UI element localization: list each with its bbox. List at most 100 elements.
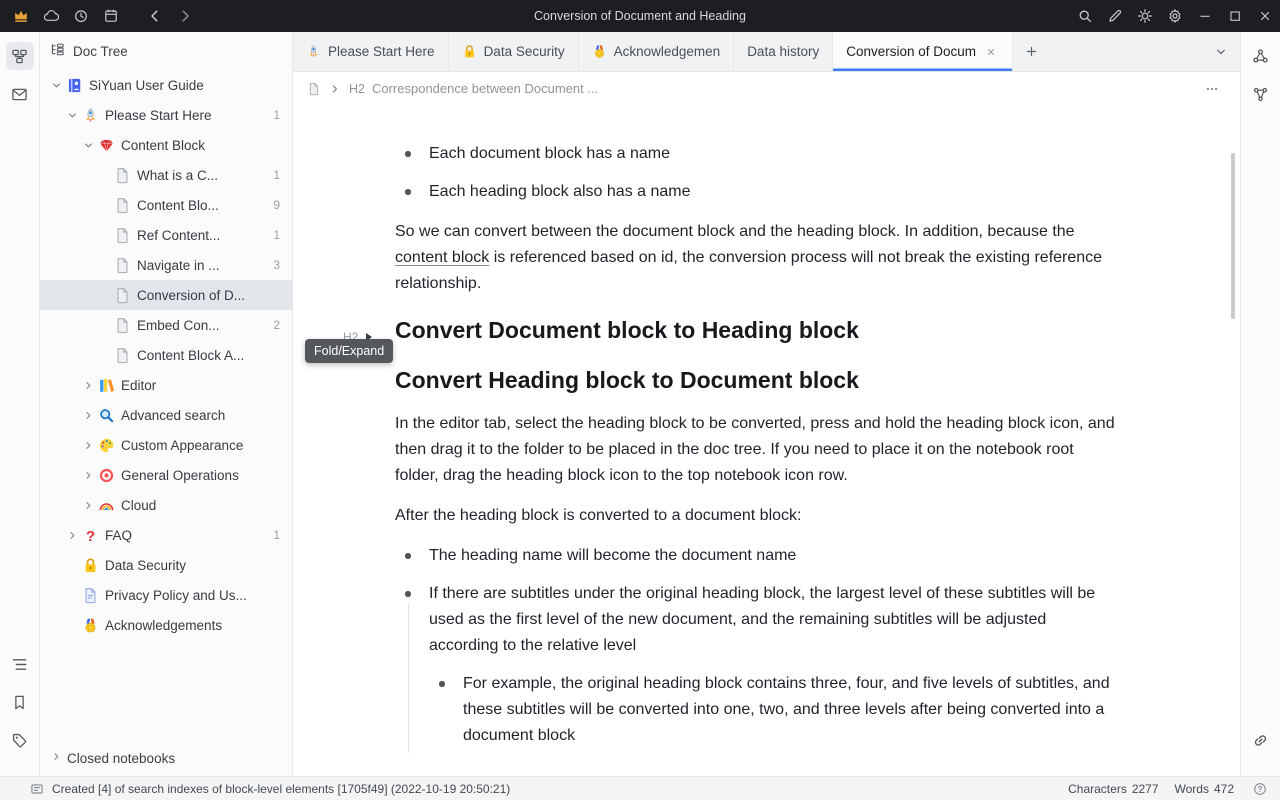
main-area: Doc Tree SiYuan User GuidePlease Start H… [0,32,1280,776]
tree-item[interactable]: Embed Con...2 [40,310,292,340]
tree-item-label: Embed Con... [137,318,267,333]
editor-tab[interactable]: Data Security [449,32,579,71]
graph2-icon[interactable] [1247,80,1275,108]
link-icon[interactable] [1247,726,1275,754]
tree-item[interactable]: Editor [40,370,292,400]
question-icon: ? [82,527,99,544]
tree-item[interactable]: Content Block [40,130,292,160]
window-title: Conversion of Document and Heading [534,0,746,32]
status-bar-right: Characters2277 Words472 ? [1068,779,1270,799]
tree-item[interactable]: Navigate in ...3 [40,250,292,280]
editor-tab[interactable]: Conversion of Docum [833,32,1013,71]
settings-icon[interactable] [1160,0,1190,32]
tree-item[interactable]: Cloud [40,490,292,520]
tree-item-count: 1 [273,228,280,242]
tree-item[interactable]: Privacy Policy and Us... [40,580,292,610]
lock-icon [462,44,477,59]
outline-icon[interactable] [6,650,34,678]
notebook-icon [66,77,83,94]
closed-notebooks-toggle[interactable]: Closed notebooks [40,740,292,776]
rocket-icon [306,44,321,59]
heading-text: Convert Document block to Heading block [395,317,859,343]
chevron-placeholder [64,557,80,573]
history-icon[interactable] [66,0,96,32]
help-icon[interactable]: ? [1250,779,1270,799]
breadcrumb-chevron-icon [328,82,342,96]
journal-icon[interactable] [96,0,126,32]
chevron-right-icon[interactable] [80,377,96,393]
tree-item[interactable]: Acknowledgements [40,610,292,640]
titlebar-left-actions [0,0,200,32]
tab-list-dropdown-button[interactable] [1202,32,1240,71]
chevron-down-icon[interactable] [64,107,80,123]
back-icon[interactable] [140,0,170,32]
crown-icon[interactable] [6,0,36,32]
inbox-icon[interactable] [6,80,34,108]
tree-item[interactable]: Advanced search [40,400,292,430]
tree-item-label: Navigate in ... [137,258,267,273]
tree-item[interactable]: ?FAQ1 [40,520,292,550]
tree-item[interactable]: Please Start Here1 [40,100,292,130]
tree-item-label: Content Block A... [137,348,284,363]
minimize-icon[interactable] [1190,0,1220,32]
chevron-down-icon[interactable] [80,137,96,153]
tree-item[interactable]: What is a C...1 [40,160,292,190]
chevron-right-icon[interactable] [64,527,80,543]
chevron-right-icon[interactable] [80,407,96,423]
file-icon [114,227,131,244]
cloud-icon[interactable] [36,0,66,32]
list-item[interactable]: If there are subtitles under the origina… [395,581,1117,749]
chevron-right-icon[interactable] [80,497,96,513]
search-icon[interactable] [1070,0,1100,32]
list-item[interactable]: Each document block has a name [395,141,1117,167]
forward-icon[interactable] [170,0,200,32]
block-ref-link[interactable]: content block [395,249,489,266]
heading-convert-heading-to-document[interactable]: Convert Heading block to Document block [395,363,1117,397]
bookmark-icon[interactable] [6,688,34,716]
tree-item[interactable]: Custom Appearance [40,430,292,460]
tag-icon[interactable] [6,726,34,754]
theme-icon[interactable] [1130,0,1160,32]
list-item[interactable]: Each heading block also has a name [395,179,1117,205]
tree-item[interactable]: Content Blo...9 [40,190,292,220]
tree-item-label: Content Block [121,138,284,153]
tab-bar: Please Start HereData SecurityAcknowledg… [293,32,1240,72]
editor-tab[interactable]: Data history [734,32,833,71]
paragraph-text: So we can convert between the document b… [395,223,1075,240]
new-tab-button[interactable] [1013,32,1049,71]
palette-icon [98,437,115,454]
graphview-icon[interactable] [6,42,34,70]
maximize-icon[interactable] [1220,0,1250,32]
edit-icon[interactable] [1100,0,1130,32]
tab-close-icon[interactable] [983,44,999,60]
tree-item[interactable]: Conversion of D... [40,280,292,310]
paragraph-conversion-intro[interactable]: So we can convert between the document b… [395,219,1117,297]
vertical-scrollbar[interactable] [1231,153,1235,319]
chevron-right-icon[interactable] [80,467,96,483]
list-item[interactable]: For example, the original heading block … [429,671,1117,749]
doc-tree-panel: Doc Tree SiYuan User GuidePlease Start H… [40,32,293,776]
chevron-right-icon[interactable] [80,437,96,453]
close-icon[interactable] [1250,0,1280,32]
editor-tab[interactable]: Acknowledgemen [579,32,735,71]
tree-item[interactable]: General Operations [40,460,292,490]
more-options-button[interactable] [1198,77,1226,101]
editor-tab[interactable]: Please Start Here [293,32,449,71]
tree-item-label: Editor [121,378,284,393]
tabs: Please Start HereData SecurityAcknowledg… [293,32,1013,71]
tree-item[interactable]: Data Security [40,550,292,580]
heading-convert-document-to-heading[interactable]: H2 Convert Document block to Heading blo… [395,313,1117,347]
paragraph-editor-tab-instructions[interactable]: In the editor tab, select the heading bl… [395,411,1117,489]
list-item[interactable]: The heading name will become the documen… [395,543,1117,569]
doc-tree-icon [50,42,65,60]
paragraph-after-conversion[interactable]: After the heading block is converted to … [395,503,1117,529]
left-dock [0,32,40,776]
policy-icon [82,587,99,604]
tree-item[interactable]: SiYuan User Guide [40,70,292,100]
breadcrumb-heading-text[interactable]: Correspondence between Document ... [372,81,598,96]
graph1-icon[interactable] [1247,42,1275,70]
chevron-down-icon[interactable] [48,77,64,93]
list-item-text: Each heading block also has a name [429,183,691,200]
tree-item[interactable]: Content Block A... [40,340,292,370]
tree-item[interactable]: Ref Content...1 [40,220,292,250]
